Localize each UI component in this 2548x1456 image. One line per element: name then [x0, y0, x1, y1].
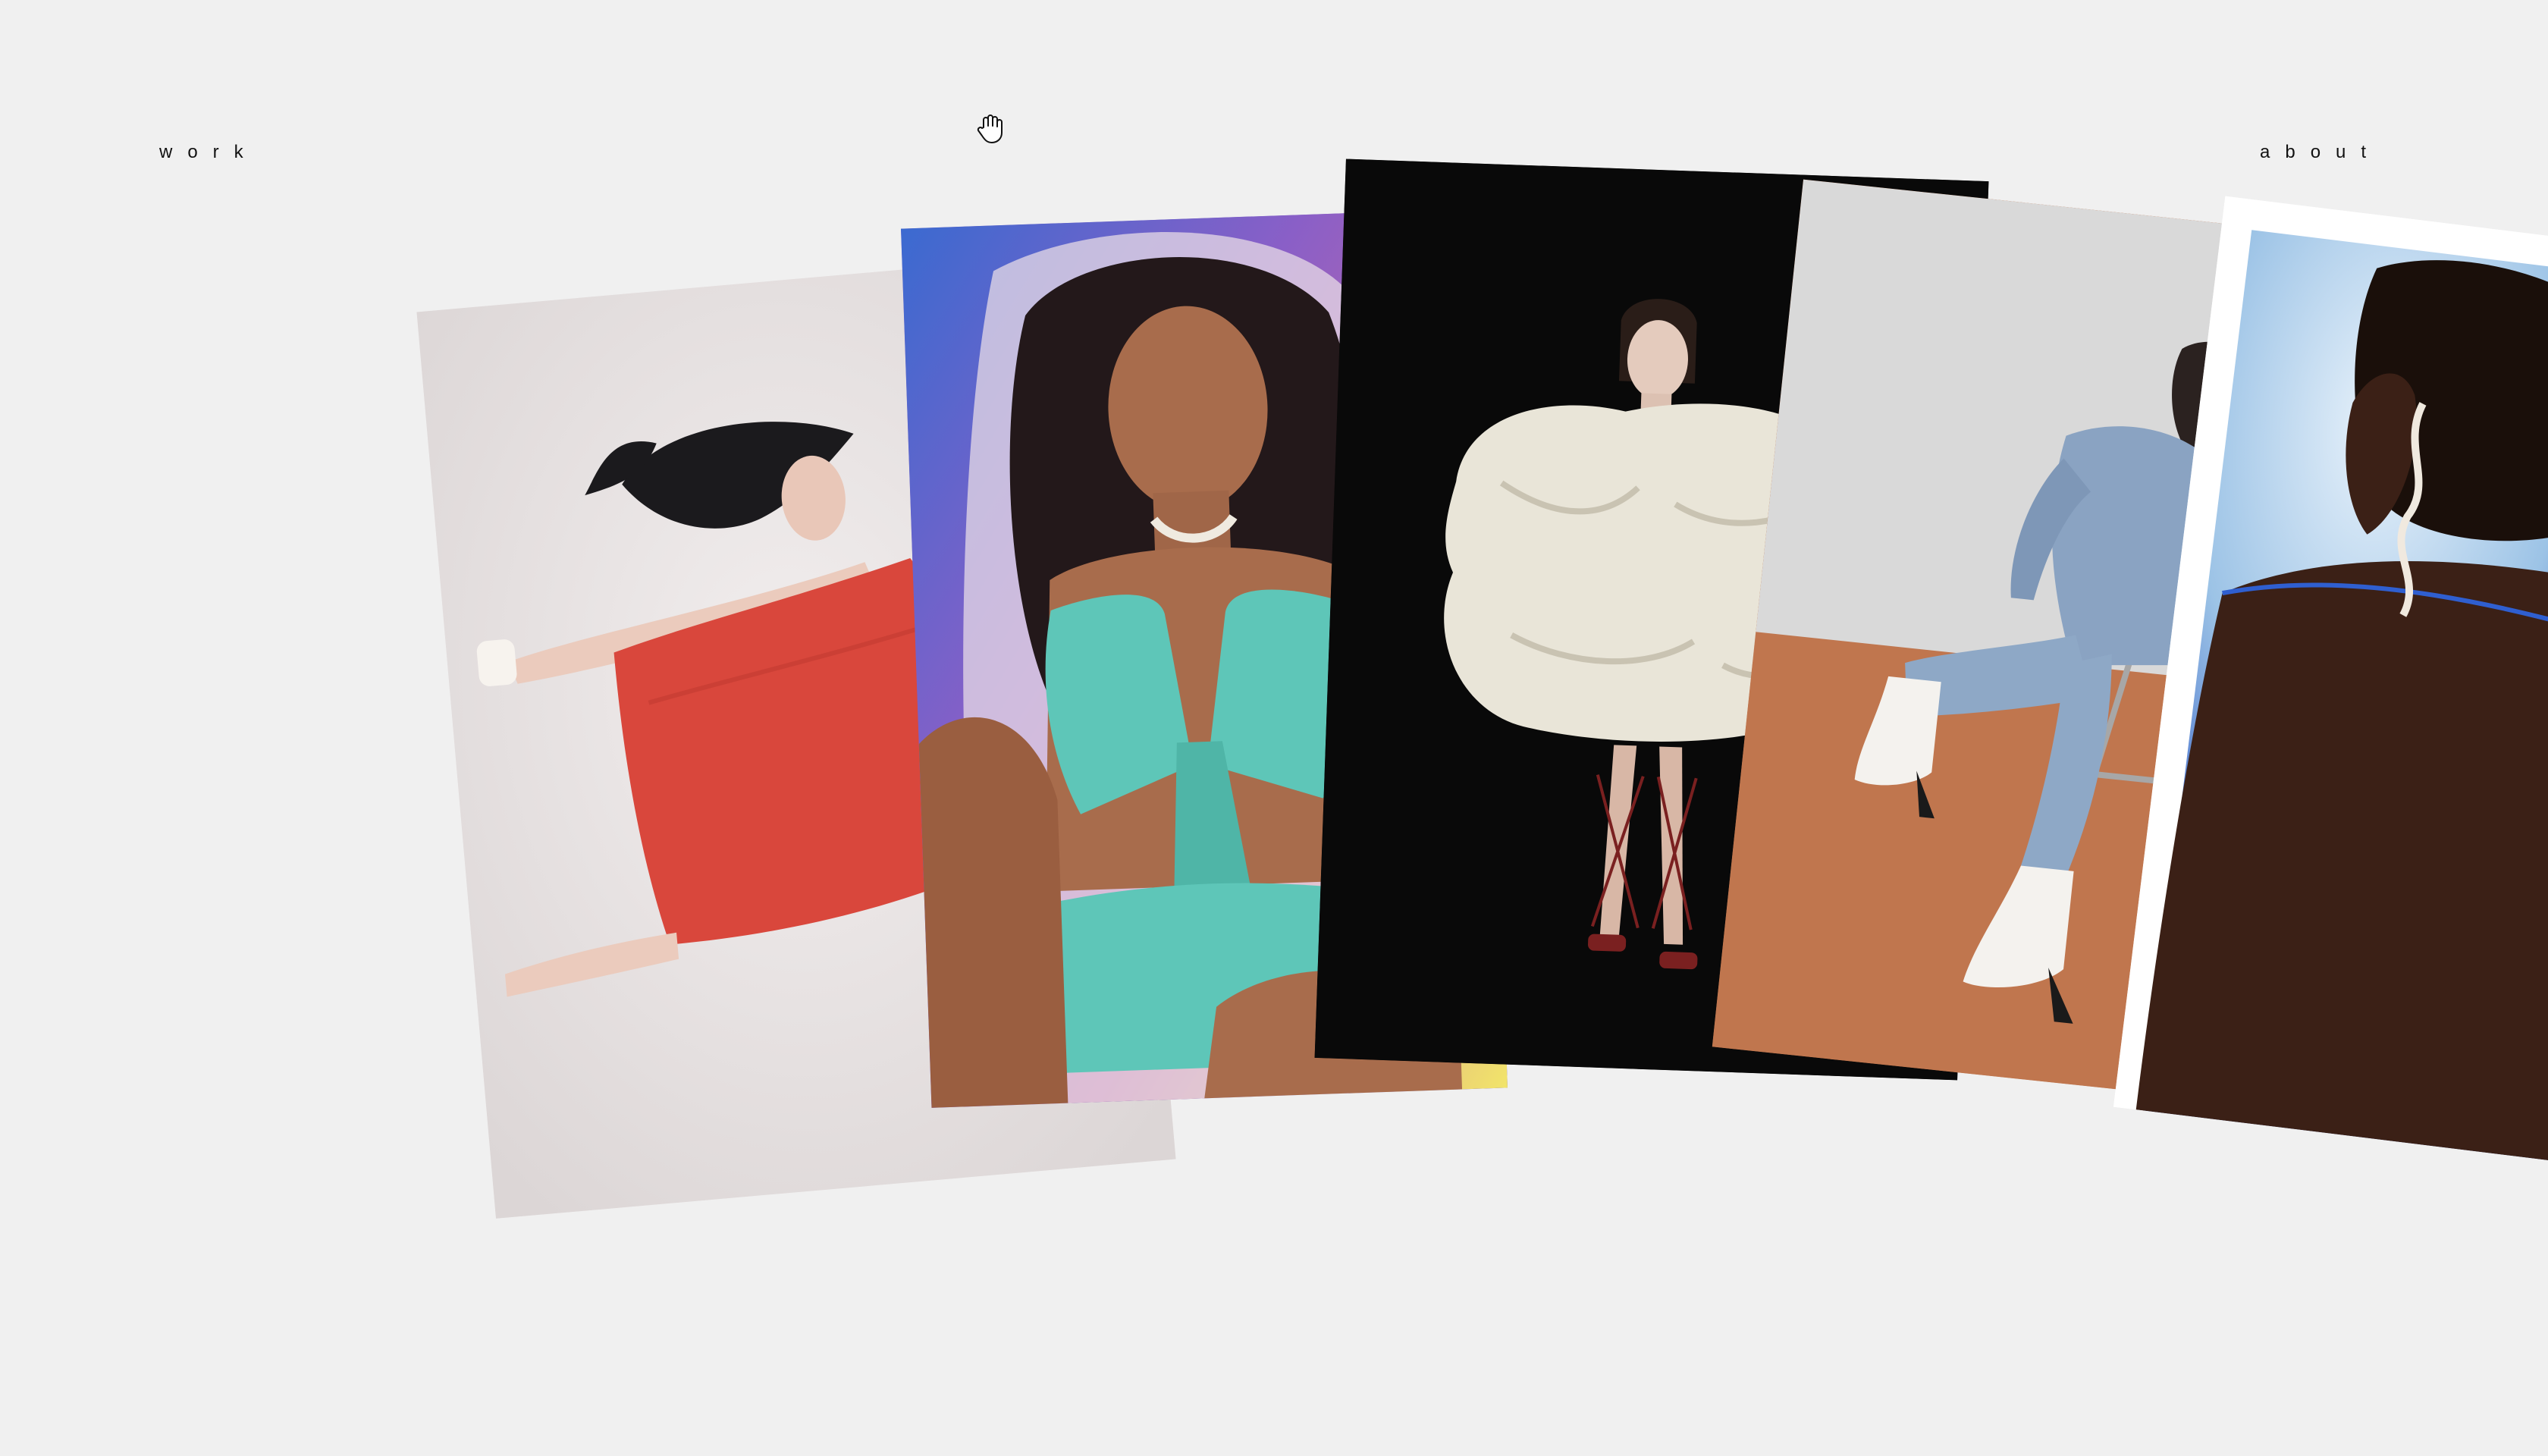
page: work about	[0, 0, 2548, 1456]
nav-about-link[interactable]: about	[2260, 141, 2381, 164]
hand-grab-icon	[977, 112, 1004, 144]
nav-work-link[interactable]: work	[159, 141, 259, 164]
